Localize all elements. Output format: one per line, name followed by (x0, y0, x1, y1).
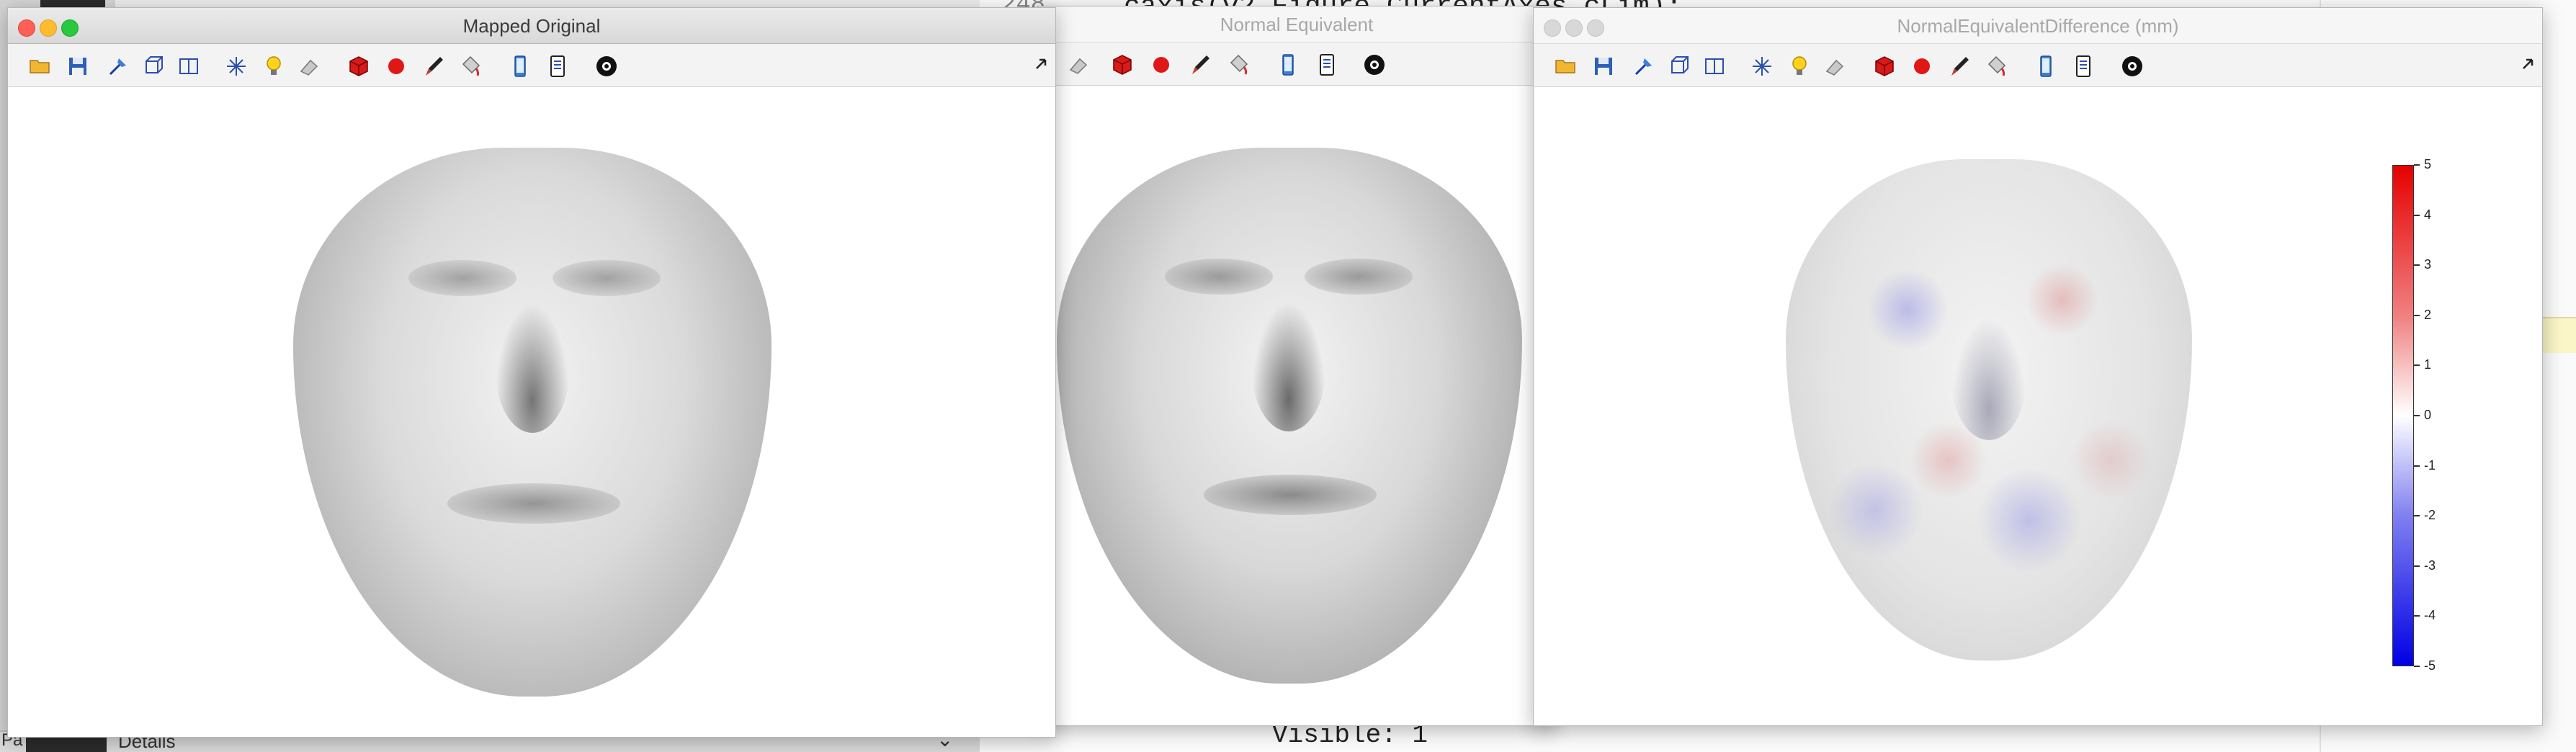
face-nose (1951, 318, 2026, 440)
face-nose (1251, 302, 1326, 431)
toolbar (1534, 44, 2542, 87)
titlebar[interactable]: Mapped Original (8, 8, 1055, 44)
titlebar[interactable]: Normal Equivalent (1038, 6, 1555, 42)
toolbar (8, 44, 1055, 87)
face-eye-right (1305, 259, 1413, 295)
colorbar-tick-label: 1 (2413, 357, 2432, 372)
red-cube-icon[interactable] (1110, 53, 1135, 77)
colorbar-tick-label: -2 (2413, 508, 2436, 523)
brush-icon[interactable] (1188, 53, 1212, 77)
face-eye-left (1165, 259, 1273, 295)
colorbar-tick-label: -3 (2413, 558, 2436, 573)
face-eye-right (553, 260, 661, 296)
camera-icon[interactable] (2120, 54, 2145, 79)
marker-tool-icon[interactable] (1750, 54, 1774, 79)
toolbar (1038, 42, 1555, 86)
camera-icon[interactable] (594, 54, 619, 79)
select-tool-icon[interactable] (1632, 54, 1656, 79)
window-normal-equivalent-difference[interactable]: NormalEquivalentDifference (mm) 5 4 3 2 1 0 -1… (1533, 7, 2543, 726)
eraser-icon[interactable] (1067, 53, 1091, 77)
figure-canvas[interactable] (8, 87, 1055, 737)
colorbar-tick-label: 4 (2413, 207, 2432, 222)
red-sphere-icon[interactable] (1910, 54, 1934, 79)
colorbar-tick-label: -5 (2413, 658, 2436, 673)
phone-icon[interactable] (2034, 54, 2058, 79)
face-nose (495, 303, 570, 433)
colorbar-tick-label: 0 (2413, 408, 2432, 422)
folder-open-icon[interactable] (1554, 54, 1578, 79)
marker-tool-icon[interactable] (224, 54, 249, 79)
colorbar-tick-label: 5 (2413, 157, 2432, 171)
split-view-icon[interactable] (176, 54, 201, 79)
red-sphere-icon[interactable] (1149, 53, 1173, 77)
colorbar (2392, 165, 2414, 666)
colorbar-tick-label: -1 (2413, 457, 2436, 473)
face-eye-left (408, 260, 516, 296)
info-card-icon[interactable] (545, 54, 570, 79)
eraser-icon[interactable] (298, 54, 322, 79)
cube-view-icon[interactable] (142, 54, 166, 79)
phone-icon[interactable] (1276, 53, 1300, 77)
camera-icon[interactable] (1362, 53, 1387, 77)
brush-icon[interactable] (1947, 54, 1972, 79)
light-bulb-icon[interactable] (1787, 54, 1812, 79)
save-icon[interactable] (66, 54, 90, 79)
face-mouth (447, 483, 620, 524)
paint-bucket-icon[interactable] (459, 54, 483, 79)
red-cube-icon[interactable] (346, 54, 371, 79)
cube-view-icon[interactable] (1668, 54, 1692, 79)
save-icon[interactable] (1591, 54, 1616, 79)
brush-icon[interactable] (421, 54, 446, 79)
select-tool-icon[interactable] (106, 54, 130, 79)
phone-icon[interactable] (508, 54, 532, 79)
face-mouth (1204, 475, 1377, 515)
red-cube-icon[interactable] (1872, 54, 1897, 79)
colorbar-tick-label: 2 (2413, 307, 2432, 322)
window-mapped-original[interactable]: Mapped Original (7, 7, 1056, 738)
info-card-icon[interactable] (2071, 54, 2096, 79)
eraser-icon[interactable] (1823, 54, 1848, 79)
titlebar[interactable]: NormalEquivalentDifference (mm) (1534, 8, 2542, 44)
colorbar-tick-label: -4 (2413, 608, 2436, 623)
figure-canvas[interactable] (1038, 86, 1555, 725)
dock-arrow-icon[interactable] (2521, 54, 2536, 76)
background-highlight (2543, 317, 2576, 353)
paint-bucket-icon[interactable] (1985, 54, 2009, 79)
window-title: NormalEquivalentDifference (mm) (1897, 15, 2179, 37)
info-card-icon[interactable] (1315, 53, 1339, 77)
window-title: Mapped Original (462, 15, 601, 37)
light-bulb-icon[interactable] (261, 54, 286, 79)
folder-open-icon[interactable] (28, 54, 53, 79)
figure-canvas[interactable]: 5 4 3 2 1 0 -1 -2 -3 -4 -5 (1534, 87, 2542, 725)
window-normal-equivalent[interactable]: Normal Equivalent (1037, 6, 1556, 726)
colorbar-tick-label: 3 (2413, 257, 2432, 272)
red-sphere-icon[interactable] (384, 54, 408, 79)
window-title: Normal Equivalent (1220, 14, 1374, 35)
paint-bucket-icon[interactable] (1227, 53, 1251, 77)
dock-arrow-icon[interactable] (1034, 54, 1050, 76)
split-view-icon[interactable] (1702, 54, 1727, 79)
